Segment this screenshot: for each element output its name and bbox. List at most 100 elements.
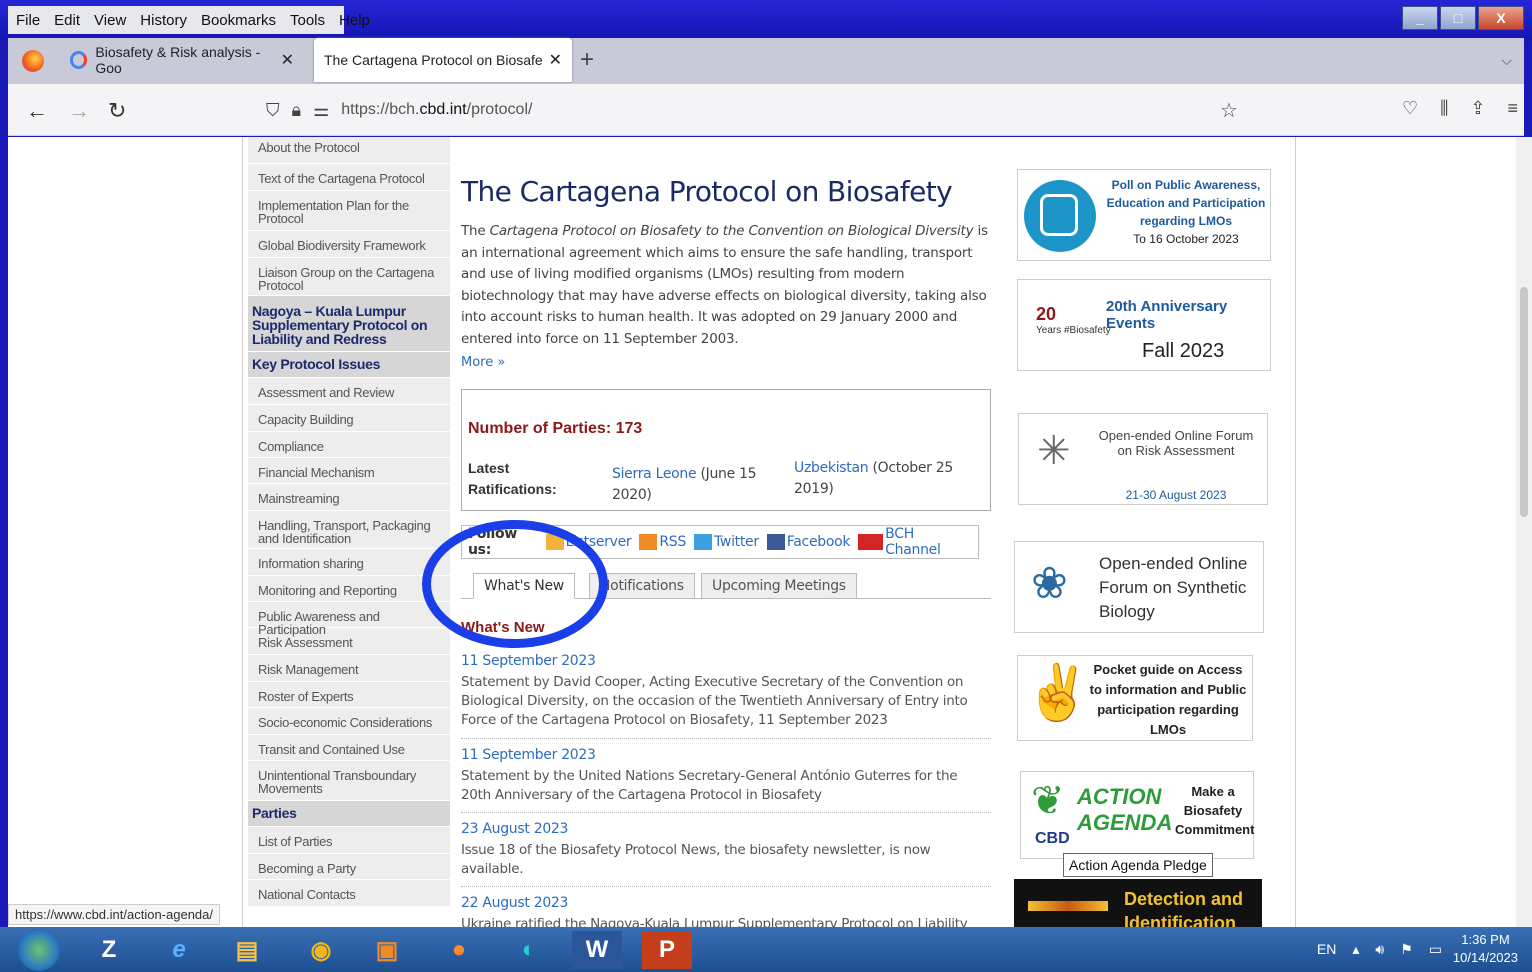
facebook-label: Facebook [786, 534, 851, 550]
anniversary-banner[interactable]: 20 Years #Biosafety 20th Anniversary Even… [1017, 279, 1271, 371]
sidebar-item-nagoya[interactable]: Nagoya – Kuala Lumpur Supplementary Prot… [248, 296, 450, 352]
menu-edit[interactable]: Edit [54, 12, 80, 29]
sierra-leone-link[interactable]: Sierra Leone [612, 466, 697, 482]
uzbekistan-link[interactable]: Uzbekistan [794, 460, 869, 476]
reload-button[interactable]: ↻ [108, 98, 126, 124]
sidebar-item-gbf[interactable]: Global Biodiversity Framework [248, 231, 450, 258]
tab-cartagena-protocol[interactable]: The Cartagena Protocol on Biosafe ✕ [314, 38, 572, 82]
media-player-icon[interactable]: ▣ [362, 931, 412, 969]
close-tab-icon[interactable]: ✕ [549, 50, 562, 70]
clock[interactable]: 1:36 PM 10/14/2023 [1453, 931, 1518, 967]
scrollbar-thumb[interactable] [1520, 287, 1528, 517]
sidebar-item-unintentional[interactable]: Unintentional Transboundary Movements [248, 761, 450, 801]
sidebar-item-liaison-group[interactable]: Liaison Group on the Cartagena Protocol [248, 258, 450, 296]
permissions-icon[interactable]: ⚌ [313, 100, 329, 121]
sidebar-item-handling[interactable]: Handling, Transport, Packaging and Ident… [248, 511, 450, 549]
language-indicator[interactable]: EN [1317, 941, 1336, 958]
library-icon[interactable]: ⫼ [1440, 98, 1448, 119]
sidebar-item-implementation-plan[interactable]: Implementation Plan for the Protocol [248, 191, 450, 231]
action-agenda-text: ACTION AGENDA [1077, 784, 1173, 835]
sidebar-item-capacity[interactable]: Capacity Building [248, 405, 450, 432]
system-tray: EN ▴ 🔊︎ ⚑ ▭ [1317, 941, 1442, 958]
sidebar-item-public-awareness[interactable]: Public Awareness and Participation [248, 602, 450, 636]
powerpoint-icon[interactable]: P [642, 931, 692, 969]
risk-forum-banner[interactable]: ✳ Open-ended Online Forum on Risk Assess… [1018, 413, 1268, 505]
share-icon[interactable]: ⇪ [1470, 98, 1485, 119]
tab-upcoming-meetings[interactable]: Upcoming Meetings [701, 573, 857, 599]
menu-hamburger-icon[interactable]: ≡ [1507, 98, 1518, 119]
navigation-toolbar: ← → ↻ ⛉ 🔒︎ ⚌ https://bch. cbd.int/protoco… [8, 84, 1524, 136]
firefox-icon[interactable] [22, 50, 44, 72]
bookmark-star-icon[interactable]: ☆ [1220, 98, 1238, 123]
youtube-link[interactable]: BCH Channel [858, 526, 970, 558]
poll-text: Poll on Public Awareness, Education and … [1104, 176, 1268, 248]
maximize-button[interactable]: □ [1440, 6, 1476, 30]
tray-expand-icon[interactable]: ▴ [1352, 941, 1359, 958]
sidebar-item-list-parties[interactable]: List of Parties [248, 827, 450, 854]
tab-list-chevron-icon[interactable]: ⌵ [1501, 52, 1512, 69]
sidebar-item-risk-management[interactable]: Risk Management [248, 655, 450, 682]
rss-link[interactable]: RSS [639, 534, 686, 550]
anniversary-heading: 20th Anniversary Events [1106, 298, 1228, 332]
pocket-icon[interactable]: ♡ [1402, 98, 1418, 119]
action-agenda-banner[interactable]: ❦ CBD ACTION AGENDA Make a Biosafety Com… [1020, 771, 1254, 859]
sidebar-item-mainstreaming[interactable]: Mainstreaming [248, 484, 450, 511]
action-center-flag-icon[interactable]: ⚑ [1400, 941, 1413, 958]
sidebar-item-becoming-party[interactable]: Becoming a Party [248, 854, 450, 880]
menu-history[interactable]: History [140, 12, 187, 29]
news-date-link[interactable]: 11 September 2023 [461, 747, 991, 763]
file-explorer-icon[interactable]: ▤ [222, 931, 272, 969]
forward-button[interactable]: → [68, 98, 90, 124]
zoom-app-icon[interactable]: Z [84, 931, 134, 969]
menu-help[interactable]: Help [339, 12, 370, 29]
menu-view[interactable]: View [94, 12, 126, 29]
tooltip: Action Agenda Pledge [1063, 853, 1213, 877]
tab-biosafety-search[interactable]: Biosafety & Risk analysis - Goo ✕ [60, 38, 304, 82]
network-icon[interactable]: ▭ [1429, 941, 1442, 958]
edge-icon[interactable]: ◐ [504, 931, 554, 969]
sidebar-item-assessment[interactable]: Assessment and Review [248, 378, 450, 405]
twitter-link[interactable]: Twitter [693, 534, 759, 550]
url-host: cbd.int [419, 101, 467, 118]
back-button[interactable]: ← [26, 98, 48, 124]
news-date-link[interactable]: 22 August 2023 [461, 895, 991, 911]
synbio-forum-banner[interactable]: ❀ Open-ended Online Forum on Synthetic B… [1014, 541, 1264, 633]
news-date-link[interactable]: 11 September 2023 [461, 653, 991, 669]
start-button[interactable] [18, 929, 60, 971]
tab-title: Biosafety & Risk analysis - Goo [95, 44, 261, 76]
pocket-guide-banner[interactable]: ✌ Pocket guide on Access to information … [1017, 655, 1253, 741]
sidebar-item-transit[interactable]: Transit and Contained Use [248, 735, 450, 761]
address-bar[interactable]: ⛉ 🔒︎ ⚌ https://bch. cbd.int/protocol/ [266, 92, 1256, 128]
word-icon[interactable]: W [572, 931, 622, 969]
sidebar-item-socio-economic[interactable]: Socio-economic Considerations [248, 708, 450, 735]
sidebar-item-monitoring[interactable]: Monitoring and Reporting [248, 576, 450, 602]
detection-banner[interactable]: Detection and Identification [1014, 879, 1262, 927]
chrome-icon[interactable]: ◉ [296, 931, 346, 969]
minimize-button[interactable]: _ [1402, 6, 1438, 30]
poll-banner[interactable]: Poll on Public Awareness, Education and … [1017, 169, 1271, 261]
ratification-uzbekistan: Uzbekistan (October 25 2019) [794, 458, 984, 500]
facebook-link[interactable]: Facebook [766, 534, 851, 550]
sidebar-item-about[interactable]: About the Protocol [248, 137, 450, 164]
sidebar-item-info-sharing[interactable]: Information sharing [248, 549, 450, 576]
ie-icon[interactable]: e [154, 931, 204, 969]
news-date-link[interactable]: 23 August 2023 [461, 821, 991, 837]
scrollbar[interactable] [1516, 137, 1532, 927]
menu-file[interactable]: File [16, 12, 40, 29]
sidebar-item-financial[interactable]: Financial Mechanism [248, 458, 450, 484]
volume-icon[interactable]: 🔊︎ [1375, 941, 1384, 958]
new-tab-button[interactable]: + [580, 46, 594, 74]
menu-tools[interactable]: Tools [290, 12, 325, 29]
intro-paragraph: The Cartagena Protocol on Biosafety to t… [461, 221, 995, 350]
sidebar-item-text[interactable]: Text of the Cartagena Protocol [248, 164, 450, 191]
close-window-button[interactable]: X [1478, 6, 1524, 30]
firefox-taskbar-icon[interactable]: ● [434, 931, 484, 969]
sidebar-item-compliance[interactable]: Compliance [248, 432, 450, 458]
shield-icon[interactable]: ⛉ [266, 100, 280, 121]
sidebar-item-national-contacts[interactable]: National Contacts [248, 880, 450, 907]
lock-icon[interactable]: 🔒︎ [292, 100, 302, 121]
menu-bookmarks[interactable]: Bookmarks [201, 12, 276, 29]
sidebar-item-roster[interactable]: Roster of Experts [248, 682, 450, 708]
close-tab-icon[interactable]: ✕ [281, 50, 294, 70]
more-link[interactable]: More » [461, 355, 505, 370]
